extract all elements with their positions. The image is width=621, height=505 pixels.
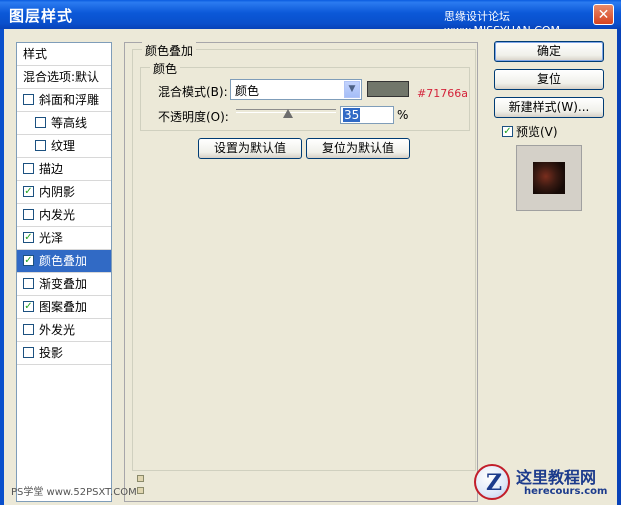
checkbox[interactable] [35, 140, 46, 151]
color-swatch[interactable] [367, 81, 409, 97]
sidebar-item[interactable]: 内发光 [17, 204, 111, 227]
chevron-down-icon[interactable]: ▼ [344, 81, 360, 98]
reset-button[interactable]: 复位 [494, 69, 604, 90]
style-preview [516, 145, 582, 211]
opacity-input[interactable]: 35 [340, 106, 394, 124]
window-title: 图层样式 [9, 7, 74, 25]
preview-label: 预览(V) [516, 125, 558, 139]
blend-mode-select[interactable]: 颜色 ▼ [230, 79, 362, 100]
sidebar-item-label: 图案叠加 [39, 300, 88, 314]
checkbox[interactable] [23, 163, 34, 174]
sidebar-item-label: 等高线 [51, 116, 88, 130]
sidebar-item-label: 投影 [39, 346, 64, 360]
sidebar-item-label: 光泽 [39, 231, 64, 245]
dialog-content: 样式 混合选项:默认 斜面和浮雕等高线纹理描边 ✓ 内阴影内发光 ✓ 光泽 ✓ 颜色叠加渐变… [4, 29, 617, 502]
blend-mode-label: 混合模式(B): [158, 85, 228, 99]
title-bar[interactable]: 图层样式 思缘设计论坛 www.MISSYUAN.COM ✕ [0, 0, 621, 37]
styles-list: 样式 混合选项:默认 斜面和浮雕等高线纹理描边 ✓ 内阴影内发光 ✓ 光泽 ✓ 颜色叠加渐变… [16, 42, 112, 502]
group-title: 颜色 [150, 60, 181, 77]
sidebar-item[interactable]: 投影 [17, 342, 111, 365]
sidebar-item-label: 颜色叠加 [39, 254, 88, 268]
checkbox[interactable] [35, 117, 46, 128]
styles-header[interactable]: 样式 [17, 43, 111, 66]
sidebar-item[interactable]: ✓ 内阴影 [17, 181, 111, 204]
resize-grip-icon [137, 487, 144, 494]
sidebar-item[interactable]: ✓ 图案叠加 [17, 296, 111, 319]
color-hex-label: #71766a [417, 87, 468, 100]
sidebar-item-label: 外发光 [39, 323, 76, 337]
sidebar-item[interactable]: 等高线 [17, 112, 111, 135]
sidebar-item[interactable]: 外发光 [17, 319, 111, 342]
checkbox[interactable] [23, 347, 34, 358]
set-default-button[interactable]: 设置为默认值 [198, 138, 302, 159]
opacity-slider-thumb[interactable] [283, 109, 293, 118]
new-style-button[interactable]: 新建样式(W)... [494, 97, 604, 118]
blend-mode-value: 颜色 [235, 84, 260, 98]
sidebar-item-label: 纹理 [51, 139, 76, 153]
sidebar-item-label: 描边 [39, 162, 64, 176]
checkbox[interactable] [23, 94, 34, 105]
bottom-watermark: PS学堂 www.52PSXT.COM [11, 487, 137, 498]
checkbox[interactable]: ✓ [23, 232, 34, 243]
sidebar-item-label: 斜面和浮雕 [39, 93, 100, 107]
sidebar-item-label: 内阴影 [39, 185, 76, 199]
window-border-right [617, 29, 621, 505]
layer-style-dialog: 图层样式 思缘设计论坛 www.MISSYUAN.COM ✕ 样式 混合选项:默… [0, 0, 621, 505]
logo-letter: Z [486, 470, 503, 496]
checkbox[interactable]: ✓ [23, 301, 34, 312]
sidebar-item-label: 渐变叠加 [39, 277, 88, 291]
logo-en-text: herecours.com [524, 486, 608, 497]
style-items: 斜面和浮雕等高线纹理描边 ✓ 内阴影内发光 ✓ 光泽 ✓ 颜色叠加渐变叠加 ✓ 图案叠加外发光投… [17, 89, 111, 365]
checkbox[interactable] [23, 324, 34, 335]
resize-grip-icon [137, 475, 144, 482]
opacity-label: 不透明度(O): [158, 110, 229, 124]
reset-default-button[interactable]: 复位为默认值 [306, 138, 410, 159]
sidebar-item[interactable]: 描边 [17, 158, 111, 181]
checkbox[interactable]: ✓ [23, 186, 34, 197]
preview-thumbnail [533, 162, 565, 194]
sidebar-item[interactable]: 纹理 [17, 135, 111, 158]
blend-options-item[interactable]: 混合选项:默认 [17, 66, 111, 89]
ok-button[interactable]: 确定 [494, 41, 604, 62]
logo-cn-text: 这里教程网 [516, 468, 597, 487]
checkbox[interactable]: ✓ [23, 255, 34, 266]
opacity-unit: % [397, 108, 409, 122]
sidebar-item[interactable]: ✓ 光泽 [17, 227, 111, 250]
site-logo: Z 这里教程网 herecours.com [470, 460, 621, 505]
section-title: 颜色叠加 [142, 42, 197, 59]
close-button[interactable]: ✕ [593, 4, 614, 25]
preview-checkbox[interactable]: ✓ [502, 126, 513, 137]
logo-circle-icon: Z [474, 464, 510, 500]
opacity-value: 35 [343, 108, 361, 122]
sidebar-item-label: 内发光 [39, 208, 76, 222]
checkbox[interactable] [23, 209, 34, 220]
sidebar-item[interactable]: 斜面和浮雕 [17, 89, 111, 112]
sidebar-item[interactable]: 渐变叠加 [17, 273, 111, 296]
checkbox[interactable] [23, 278, 34, 289]
sidebar-item[interactable]: ✓ 颜色叠加 [17, 250, 111, 273]
